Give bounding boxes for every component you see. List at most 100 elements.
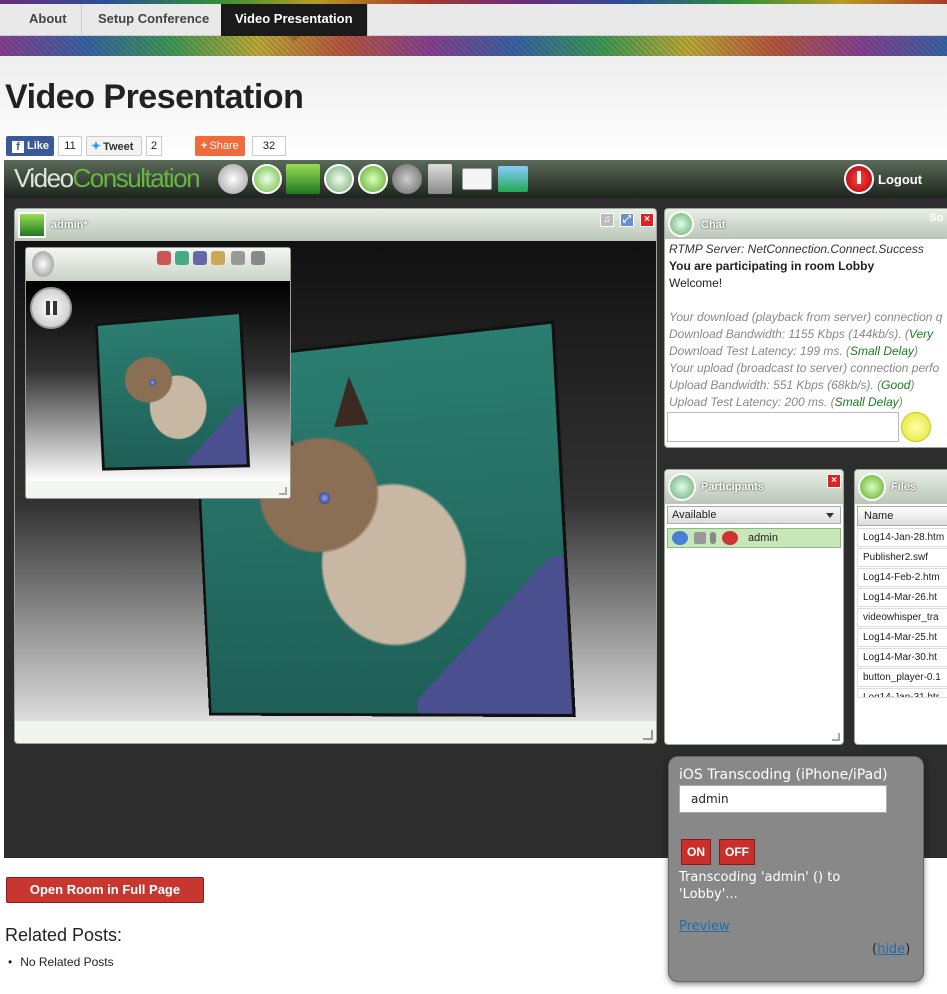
close-participants-icon[interactable]: × xyxy=(827,474,841,488)
like-label: Like xyxy=(27,140,50,152)
fullscreen-icon[interactable]: ⤢ xyxy=(620,213,634,227)
presentation-icon[interactable] xyxy=(428,164,452,194)
tools-icon[interactable] xyxy=(392,164,422,194)
chat-icon[interactable] xyxy=(252,164,282,194)
facebook-icon: f xyxy=(12,141,24,153)
video-panel-title: admin* xyxy=(51,219,88,231)
file-item[interactable]: Log14-Mar-26.ht xyxy=(857,588,947,607)
ios-transcoding-popup: iOS Transcoding (iPhone/iPad) admin ON O… xyxy=(668,756,924,982)
file-item[interactable]: Log14-Feb-2.htm xyxy=(857,568,947,587)
mute-icon[interactable]: ♫ xyxy=(600,213,614,227)
file-item[interactable]: Log14-Mar-30.ht xyxy=(857,648,947,667)
user-icon xyxy=(672,531,688,545)
file-item[interactable]: Log14-Jan-28.htm xyxy=(857,528,947,547)
file-item[interactable]: Publisher2.swf xyxy=(857,548,947,567)
participants-icon[interactable] xyxy=(324,164,354,194)
share-label: Share xyxy=(209,140,239,152)
top-nav: About Setup Conference Video Presentatio… xyxy=(0,4,947,42)
settings-icon[interactable] xyxy=(193,251,207,265)
files-header: Files xyxy=(855,470,947,504)
download-icon xyxy=(858,473,886,501)
layout-icon[interactable] xyxy=(498,166,528,192)
webcam-status-icon xyxy=(694,532,706,544)
file-item[interactable]: Log14-Jan-31.htr xyxy=(857,688,947,698)
monitor-icon xyxy=(18,212,46,238)
share-count: 32 xyxy=(252,136,286,156)
logout-label: Logout xyxy=(878,172,923,187)
ios-status-message: Transcoding 'admin' () to 'Lobby'... xyxy=(679,870,841,902)
nav-tab-video-presentation[interactable]: Video Presentation xyxy=(221,4,368,42)
cat-thumb-image xyxy=(97,314,247,468)
screen-share-icon[interactable] xyxy=(286,164,320,194)
close-video-icon[interactable]: × xyxy=(640,213,654,227)
files-icon[interactable] xyxy=(358,164,388,194)
nav-tab-about[interactable]: About xyxy=(15,4,82,36)
app-brand: VideoConsultation xyxy=(14,163,201,194)
files-title: Files xyxy=(891,481,917,493)
status-select-value: Available xyxy=(672,509,717,521)
ios-hide-wrapper: (hide) xyxy=(872,942,910,957)
related-posts-title: Related Posts: xyxy=(5,925,123,945)
video-panel-header: admin* ♫ ⤢ × xyxy=(15,209,656,241)
app-toolbar: VideoConsultation Logout xyxy=(4,160,947,198)
social-bar: f Like 11 ✦ Tweet 2 + Share 32 xyxy=(0,136,300,156)
record-icon[interactable] xyxy=(157,251,171,265)
power-icon xyxy=(844,164,874,194)
bitrate-icon[interactable] xyxy=(211,251,225,265)
status-select[interactable]: Available xyxy=(667,506,841,524)
whiteboard-icon[interactable] xyxy=(462,168,492,190)
resize-handle-icon[interactable] xyxy=(643,730,653,740)
participants-panel: Participants × Available admin xyxy=(664,469,844,745)
like-count: 11 xyxy=(58,136,82,156)
ios-hide-link[interactable]: hide xyxy=(877,942,905,957)
globe-icon[interactable] xyxy=(175,251,189,265)
files-column-header[interactable]: Name xyxy=(857,506,947,526)
mic-status-icon xyxy=(710,532,716,544)
webcam-resize-icon[interactable] xyxy=(279,487,287,495)
paren-close: ) xyxy=(905,942,911,957)
camera-select-icon[interactable] xyxy=(231,251,245,265)
microphone-icon[interactable] xyxy=(251,251,265,265)
related-item-label: No Related Posts xyxy=(20,955,114,969)
participants-resize-icon[interactable] xyxy=(832,733,840,741)
chat-log: RTMP Server: NetConnection.Connect.Succe… xyxy=(669,241,947,411)
chat-bubble-icon xyxy=(668,211,694,237)
smiley-icon[interactable] xyxy=(901,412,931,442)
file-item[interactable]: Log14-Mar-25.ht xyxy=(857,628,947,647)
chat-header-right-text: So xyxy=(929,212,944,224)
webcam-preview xyxy=(26,281,290,481)
plus-icon: + xyxy=(201,140,208,152)
webcam-frame xyxy=(94,310,251,471)
tweet-button[interactable]: ✦ Tweet xyxy=(86,136,142,156)
webcam-small-icon xyxy=(32,251,54,277)
webcam-icon[interactable] xyxy=(218,164,248,194)
chat-line: Upload Test Latency: 200 ms. (Small Dela… xyxy=(669,395,903,409)
ios-on-button[interactable]: ON xyxy=(681,839,711,865)
file-item[interactable]: button_player-0.1 xyxy=(857,668,947,687)
tweet-count: 2 xyxy=(146,136,162,156)
brand-video: Video xyxy=(14,163,74,193)
ios-stream-input[interactable]: admin xyxy=(679,785,887,813)
webcam-panel xyxy=(25,247,291,499)
participant-row[interactable]: admin xyxy=(667,528,841,548)
share-button[interactable]: + Share xyxy=(195,136,245,156)
chat-line: Upload Bandwidth: 551 Kbps (68kb/s). (Go… xyxy=(669,378,915,392)
nav-tab-setup-conference[interactable]: Setup Conference xyxy=(84,4,225,36)
related-posts-item: • No Related Posts xyxy=(8,955,114,969)
eye-icon xyxy=(722,531,738,545)
chat-header: Chat So xyxy=(665,209,947,239)
chat-panel: Chat So RTMP Server: NetConnection.Conne… xyxy=(664,208,947,448)
participant-name: admin xyxy=(748,532,778,544)
ios-off-button[interactable]: OFF xyxy=(719,839,755,865)
file-item[interactable]: videowhisper_tra xyxy=(857,608,947,627)
facebook-like-button[interactable]: f Like xyxy=(6,136,54,156)
twitter-icon: ✦ xyxy=(91,139,102,153)
brand-consultation: Consultation xyxy=(72,163,201,193)
video-consultation-app: VideoConsultation Logout admin* ♫ ⤢ × Ch… xyxy=(4,160,947,858)
open-full-page-button[interactable]: Open Room in Full Page Layout xyxy=(6,877,204,921)
chat-input[interactable] xyxy=(667,412,899,442)
ios-preview-link[interactable]: Preview xyxy=(679,919,730,934)
chat-line: Your upload (broadcast to server) connec… xyxy=(669,361,940,375)
webcam-panel-header xyxy=(26,248,290,281)
pause-icon[interactable] xyxy=(30,287,72,329)
